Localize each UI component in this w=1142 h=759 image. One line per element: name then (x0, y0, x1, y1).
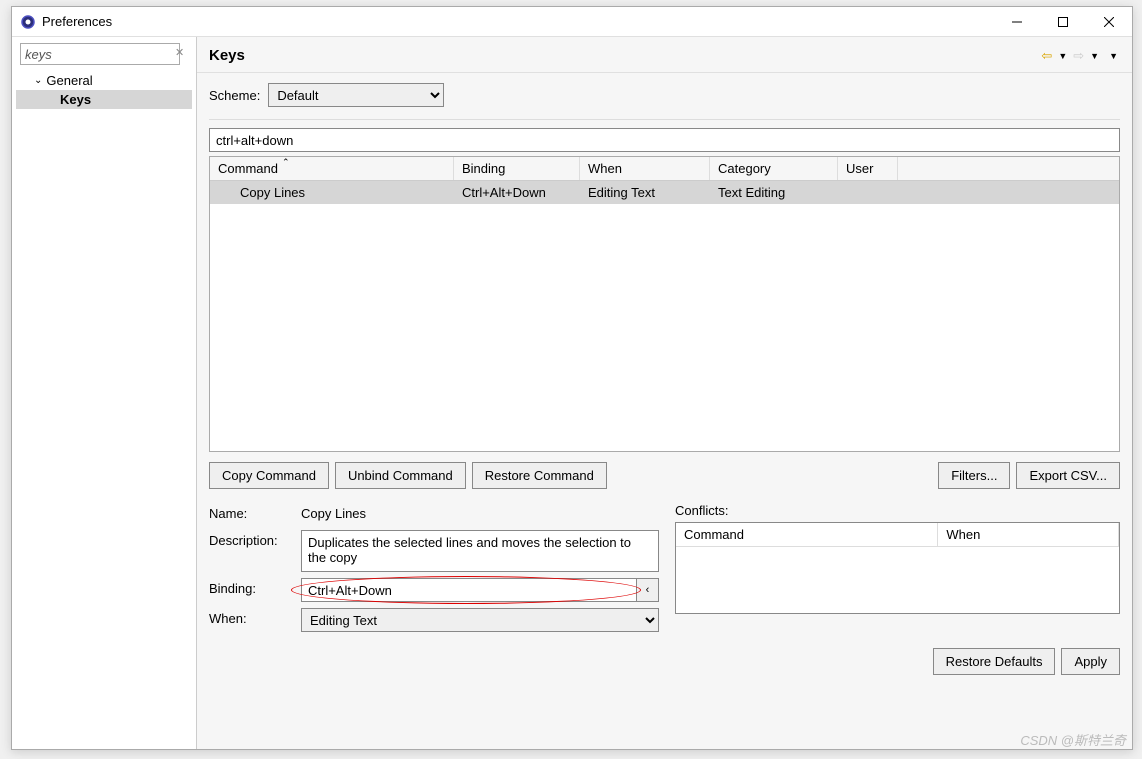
col-when[interactable]: When (580, 157, 710, 180)
table-body[interactable]: Copy Lines Ctrl+Alt+Down Editing Text Te… (210, 181, 1119, 451)
page-header: Keys ⇦ ▼ ⇨ ▼ ▼ (197, 37, 1132, 73)
col-user[interactable]: User (838, 157, 898, 180)
bindings-table: Command ⌃ Binding When Category User Cop… (209, 156, 1120, 452)
forward-icon[interactable]: ⇨ (1071, 48, 1086, 64)
tree-item-label: Keys (60, 92, 91, 107)
command-buttons: Copy Command Unbind Command Restore Comm… (197, 452, 1132, 499)
cell-command: Copy Lines (210, 183, 454, 202)
forward-menu-icon[interactable]: ▼ (1088, 51, 1101, 61)
tree-item-keys[interactable]: Keys (16, 90, 192, 109)
minimize-button[interactable] (994, 7, 1040, 37)
nav-arrows: ⇦ ▼ ⇨ ▼ ▼ (1039, 48, 1120, 64)
when-select[interactable]: Editing Text (301, 608, 659, 632)
back-icon[interactable]: ⇦ (1039, 48, 1054, 64)
search-row (197, 122, 1132, 156)
name-label: Name: (209, 503, 301, 521)
col-category[interactable]: Category (710, 157, 838, 180)
when-label: When: (209, 608, 301, 626)
table-header: Command ⌃ Binding When Category User (210, 157, 1119, 181)
cell-binding: Ctrl+Alt+Down (454, 183, 580, 202)
sidebar: ✕ ⌄ General Keys (12, 37, 197, 749)
restore-command-button[interactable]: Restore Command (472, 462, 607, 489)
col-command[interactable]: Command ⌃ (210, 157, 454, 180)
scheme-label: Scheme: (209, 88, 260, 103)
menu-icon[interactable]: ▼ (1107, 51, 1120, 61)
preferences-window: Preferences ✕ ⌄ General Keys (11, 6, 1133, 750)
tree-item-label: General (46, 73, 92, 88)
filter-input[interactable] (20, 43, 180, 65)
table-row[interactable]: Copy Lines Ctrl+Alt+Down Editing Text Te… (210, 181, 1119, 204)
titlebar[interactable]: Preferences (12, 7, 1132, 37)
close-button[interactable] (1086, 7, 1132, 37)
search-input[interactable] (209, 128, 1120, 152)
conflicts-table: Command When (675, 522, 1120, 614)
copy-command-button[interactable]: Copy Command (209, 462, 329, 489)
conflict-col-command[interactable]: Command (676, 523, 938, 546)
binding-clear-button[interactable]: ‹ (637, 578, 659, 602)
chevron-down-icon: ⌄ (34, 75, 42, 86)
unbind-command-button[interactable]: Unbind Command (335, 462, 466, 489)
cell-category: Text Editing (710, 183, 838, 202)
export-csv-button[interactable]: Export CSV... (1016, 462, 1120, 489)
sort-asc-icon: ⌃ (282, 157, 290, 168)
chevron-left-icon: ‹ (646, 584, 650, 596)
apply-button[interactable]: Apply (1061, 648, 1120, 675)
back-menu-icon[interactable]: ▼ (1056, 51, 1069, 61)
description-value: Duplicates the selected lines and moves … (301, 530, 659, 572)
tree-item-general[interactable]: ⌄ General (16, 71, 192, 90)
conflicts-label: Conflicts: (675, 503, 1120, 518)
cell-when: Editing Text (580, 183, 710, 202)
separator (209, 119, 1120, 120)
main-panel: Keys ⇦ ▼ ⇨ ▼ ▼ Scheme: Default (197, 37, 1132, 749)
restore-defaults-button[interactable]: Restore Defaults (933, 648, 1056, 675)
description-label: Description: (209, 530, 301, 548)
maximize-button[interactable] (1040, 7, 1086, 37)
details-right: Conflicts: Command When (675, 503, 1120, 638)
binding-label: Binding: (209, 578, 301, 596)
conflict-col-when[interactable]: When (938, 523, 1119, 546)
cell-user (838, 183, 898, 202)
page-title: Keys (209, 47, 245, 64)
clear-filter-icon[interactable]: ✕ (175, 46, 189, 60)
name-value: Copy Lines (301, 503, 659, 524)
binding-input[interactable] (301, 578, 637, 602)
app-icon (20, 14, 36, 30)
scheme-select[interactable]: Default (268, 83, 444, 107)
col-binding[interactable]: Binding (454, 157, 580, 180)
details-area: Name: Copy Lines Description: Duplicates… (197, 499, 1132, 638)
content-area: ✕ ⌄ General Keys Keys ⇦ ▼ ⇨ ▼ ▼ (12, 37, 1132, 749)
filters-button[interactable]: Filters... (938, 462, 1010, 489)
details-left: Name: Copy Lines Description: Duplicates… (209, 503, 659, 638)
window-title: Preferences (42, 14, 112, 29)
footer-buttons: Restore Defaults Apply (197, 638, 1132, 681)
scheme-row: Scheme: Default (197, 73, 1132, 117)
